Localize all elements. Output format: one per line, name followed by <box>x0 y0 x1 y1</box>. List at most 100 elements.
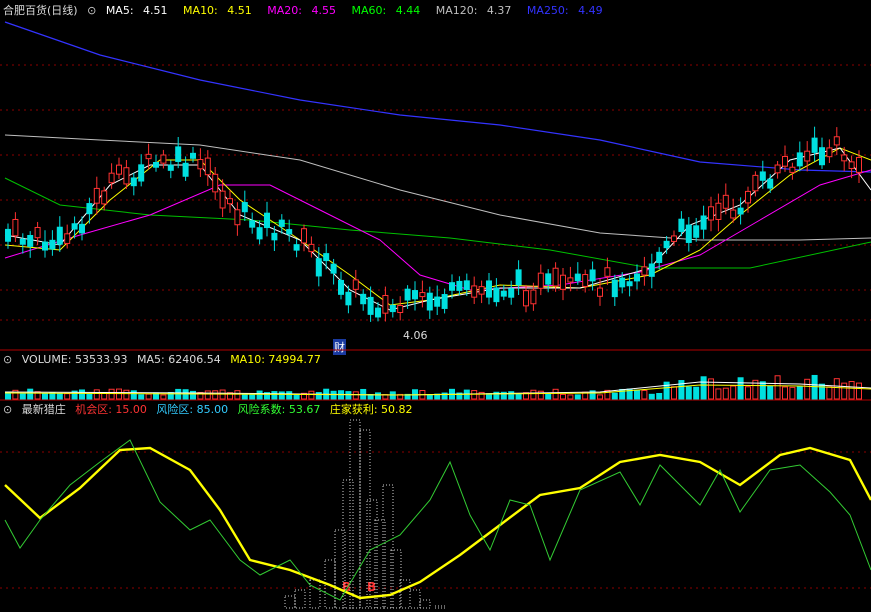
candle-body <box>34 226 41 239</box>
volume-bar <box>108 388 115 400</box>
volume-bar <box>160 394 167 400</box>
candle-body <box>293 244 300 251</box>
candle-body <box>352 279 359 290</box>
candle-body <box>782 156 788 167</box>
candle-body <box>71 223 78 230</box>
volume-bar <box>745 386 751 400</box>
candle-body <box>138 164 145 182</box>
volume-bar <box>426 394 433 400</box>
candle-body <box>308 243 315 253</box>
candle-body <box>264 212 270 229</box>
volume-bar <box>656 392 663 400</box>
candle-body <box>671 235 677 242</box>
candle-body <box>301 228 307 244</box>
candle-body <box>426 292 433 311</box>
candle-body <box>241 202 248 213</box>
volume-bar <box>634 389 640 400</box>
volume-bar <box>782 386 788 400</box>
candle-body <box>537 272 544 289</box>
candle-body <box>190 152 196 159</box>
candle-body <box>27 234 34 247</box>
volume-bar <box>256 390 263 400</box>
candle-body <box>12 218 19 237</box>
candle-body <box>330 263 337 274</box>
candle-body <box>574 273 581 282</box>
volume-bar <box>375 392 381 400</box>
volume-bar <box>249 394 256 400</box>
candle-body <box>323 253 330 262</box>
candle-body <box>500 290 507 297</box>
candle-body <box>234 209 241 226</box>
candle-body <box>130 177 137 187</box>
candle-body <box>722 194 729 209</box>
volume-bar <box>93 389 100 400</box>
volume-bar <box>648 393 655 400</box>
volume-bar <box>234 390 241 400</box>
volume-bar <box>56 393 63 400</box>
candle-body <box>286 229 293 235</box>
volume-bar <box>796 385 803 400</box>
candle-body <box>530 289 537 305</box>
candle-body <box>567 277 574 283</box>
candle-body <box>560 274 566 290</box>
candle-body <box>397 304 404 313</box>
candle-body <box>493 287 500 303</box>
volume-bar <box>826 386 833 400</box>
candle-body <box>256 227 263 240</box>
volume-bar <box>352 391 359 400</box>
candle-body <box>315 258 322 277</box>
volume-bar <box>19 393 26 400</box>
volume-bar <box>574 394 581 400</box>
candle-body <box>552 267 559 287</box>
volume-bar <box>293 394 300 400</box>
candle-body <box>86 203 93 215</box>
indicator-green-line <box>4 439 871 601</box>
candle-body <box>656 251 663 264</box>
volume-bar <box>49 392 56 400</box>
volume-bar <box>123 389 130 400</box>
candle-body <box>856 156 862 173</box>
volume-bar <box>693 386 700 400</box>
candle-body <box>93 187 100 204</box>
candle-body <box>478 286 485 295</box>
volume-bar <box>315 392 322 400</box>
candle-body <box>345 291 352 306</box>
indicator-yellow-line <box>4 446 871 600</box>
kline-chart[interactable] <box>0 0 871 612</box>
candle-body <box>19 238 26 245</box>
candle-body <box>486 280 492 298</box>
volume-bar <box>515 393 522 400</box>
volume-bar <box>685 386 692 400</box>
indicator-histogram-bar <box>359 429 371 609</box>
volume-bar <box>567 394 574 400</box>
candle-body <box>611 279 618 298</box>
candle-body <box>182 162 189 177</box>
candle-body <box>641 266 648 276</box>
candle-body <box>338 279 344 295</box>
volume-bar <box>700 376 707 400</box>
candle-body <box>227 198 233 205</box>
candle-body <box>456 280 463 291</box>
candle-body <box>153 162 159 168</box>
volume-bar <box>130 390 137 400</box>
candle-body <box>604 267 611 277</box>
candle-body <box>471 285 478 298</box>
volume-bar <box>715 388 722 400</box>
volume-bar <box>841 382 848 400</box>
candle-body <box>648 263 655 277</box>
candle-body <box>382 294 389 314</box>
candle-body <box>404 288 411 301</box>
candle-body <box>700 215 707 230</box>
candle-body <box>204 157 211 176</box>
candle-body <box>175 146 182 162</box>
candle-body <box>685 224 692 243</box>
candle-body <box>212 173 219 193</box>
candle-body <box>419 292 426 298</box>
candle-body <box>42 241 48 251</box>
volume-bar <box>560 393 566 400</box>
candle-body <box>752 174 759 192</box>
candle-body <box>64 233 71 244</box>
volume-bar <box>611 392 618 400</box>
volume-bar <box>833 378 840 400</box>
candle-body <box>819 147 825 166</box>
